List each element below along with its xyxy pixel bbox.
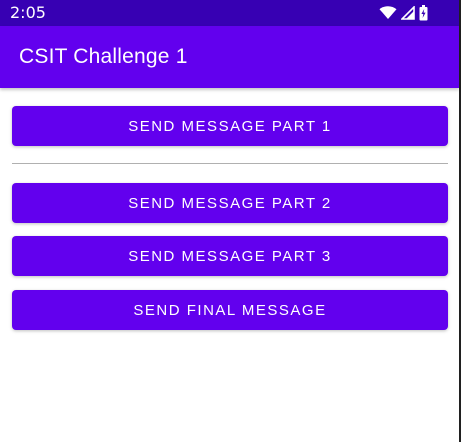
app-screen: 2:05 CSIT Challenge 1 SEND MESSAGE PART …: [0, 0, 461, 442]
send-message-part-2-button[interactable]: Send message part 2: [12, 183, 448, 223]
app-bar: CSIT Challenge 1: [0, 26, 459, 88]
status-bar: 2:05: [0, 0, 459, 26]
app-title: CSIT Challenge 1: [19, 45, 188, 68]
send-message-part-1-button[interactable]: Send message part 1: [12, 106, 448, 146]
status-time: 2:05: [10, 3, 46, 22]
battery-icon: [419, 5, 428, 21]
signal-icon: [401, 6, 415, 20]
divider: [12, 163, 448, 164]
send-message-part-3-button[interactable]: Send message part 3: [12, 236, 448, 276]
wifi-icon: [379, 6, 397, 20]
status-icons: [379, 4, 428, 22]
send-final-message-button[interactable]: Send final message: [12, 290, 448, 330]
